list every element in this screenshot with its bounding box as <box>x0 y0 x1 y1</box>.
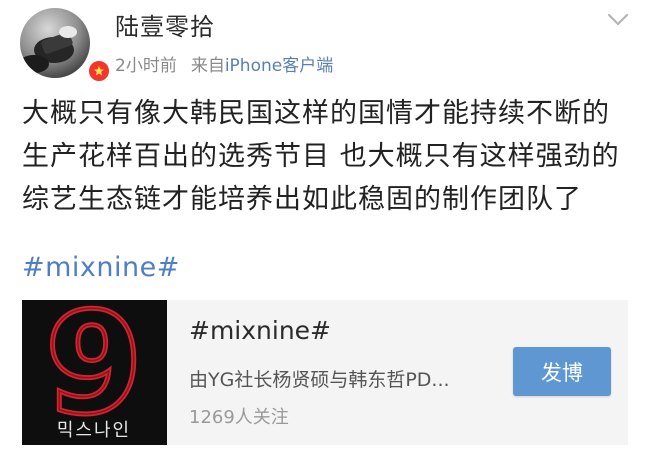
avatar[interactable] <box>20 8 111 83</box>
post-time: 2小时前 <box>115 56 177 76</box>
post-meta: 2小时前 来自iPhone客户端 <box>115 51 333 76</box>
logo-caption: 믹스나인 <box>57 420 131 441</box>
topic-card[interactable]: 9 9 믹스나인 #mixnine# 由YG社长杨贤硕与韩东哲PD... 126… <box>22 281 628 449</box>
verified-badge-icon <box>87 59 111 83</box>
post-device[interactable]: iPhone客户端 <box>225 56 333 76</box>
post-to-topic-button[interactable]: 发博 <box>513 347 611 396</box>
avatar-photo <box>20 8 90 78</box>
mixnine-logo: 9 9 믹스나인 <box>43 281 145 449</box>
topic-description: 由YG社长杨贤硕与韩东哲PD... <box>189 369 450 391</box>
post-source-prefix: 来自 <box>190 56 225 76</box>
post-hashtag[interactable]: #mixnine# <box>22 246 180 289</box>
topic-title: #mixnine# <box>189 316 332 345</box>
topic-followers: 1269人关注 <box>189 407 289 428</box>
post-body: 大概只有像大韩民国这样的国情才能持续不断的生产花样百出的选秀节目 也大概只有这样… <box>22 98 620 215</box>
chevron-down-icon[interactable] <box>606 12 630 28</box>
topic-thumbnail: 9 9 믹스나인 <box>22 281 167 449</box>
author-name[interactable]: 陆壹零拾 <box>115 7 215 42</box>
